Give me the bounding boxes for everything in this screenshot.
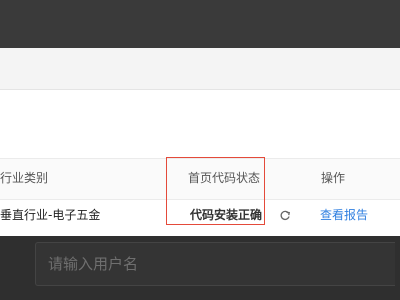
- column-header-actions: 操作: [321, 171, 346, 185]
- column-header-industry: 行业类别: [0, 171, 49, 185]
- username-input[interactable]: [35, 242, 395, 286]
- toolbar-strip: [0, 48, 400, 90]
- row-industry-cell: 垂直行业-电子五金: [0, 208, 101, 222]
- view-report-link[interactable]: 查看报告: [320, 207, 368, 223]
- top-dark-overlay: [0, 0, 400, 48]
- status-highlight-frame: [166, 157, 265, 225]
- refresh-icon[interactable]: [279, 210, 291, 222]
